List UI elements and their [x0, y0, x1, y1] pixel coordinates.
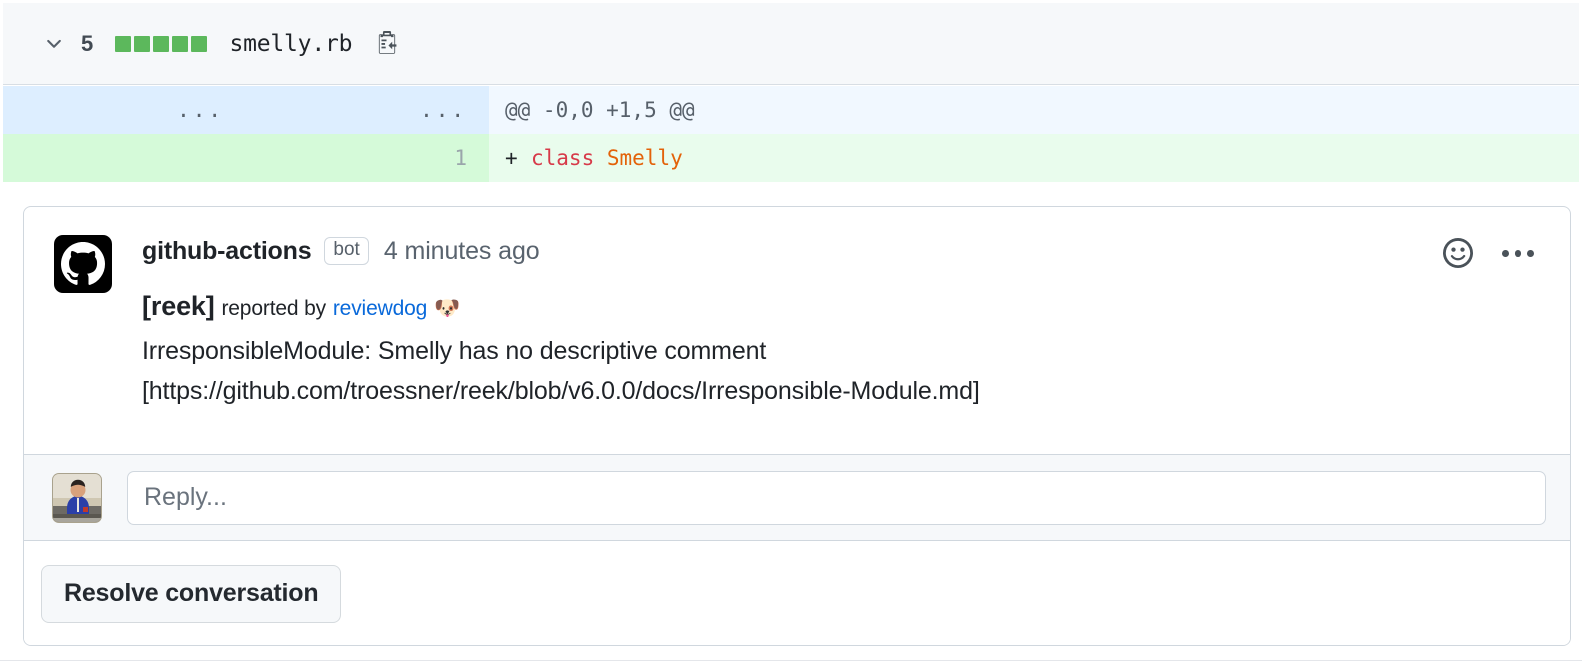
review-comment-thread: github-actions bot 4 minutes ago [reek] … [23, 206, 1571, 646]
kebab-dot [1514, 249, 1522, 257]
comment-body-doc-url: [https://github.com/troessner/reek/blob/… [142, 377, 980, 406]
file-header: 5 smelly.rb [3, 3, 1579, 85]
bot-badge: bot [324, 236, 369, 266]
file-name[interactable]: smelly.rb [229, 31, 352, 57]
review-comment: github-actions bot 4 minutes ago [reek] … [24, 207, 1570, 455]
resolve-conversation-button[interactable]: Resolve conversation [41, 564, 342, 623]
diffstat-block [134, 35, 151, 52]
diff-table: ... ... @@ -0,0 +1,5 @@ 1 + class Smelly [3, 86, 1579, 182]
reviewdog-link[interactable]: reviewdog [333, 297, 428, 320]
code-keyword: class [531, 146, 595, 170]
gutter-new-line[interactable]: ... [246, 86, 489, 134]
dog-emoji: 🐶 [434, 297, 460, 320]
kebab-dot [1502, 249, 1509, 257]
comment-header: github-actions bot 4 minutes ago [142, 233, 1540, 269]
gutter-old-line-empty[interactable] [3, 134, 246, 182]
reply-row [24, 455, 1570, 541]
comment-body: [reek] reported by reviewdog 🐶 Irrespons… [142, 285, 1540, 412]
gutter-new-line[interactable]: 1 [246, 134, 489, 182]
github-logo-avatar[interactable] [54, 235, 112, 293]
copy-path-clipboard-icon[interactable] [372, 29, 402, 59]
comment-body-line-tool: [reek] reported by reviewdog 🐶 [142, 285, 1540, 329]
diffstat-block [115, 35, 132, 52]
user-avatar[interactable] [52, 472, 102, 523]
comment-body-message: IrresponsibleModule: Smelly has no descr… [142, 336, 767, 365]
reported-by-label: reported by [221, 297, 327, 320]
added-marker: + [505, 146, 518, 170]
kebab-menu-icon[interactable] [1502, 237, 1535, 269]
diffstat-block [153, 35, 170, 52]
comment-timestamp[interactable]: 4 minutes ago [384, 237, 540, 266]
diff-row-added: 1 + class Smelly [3, 134, 1579, 182]
comment-author[interactable]: github-actions [142, 237, 312, 266]
diffstat-block [191, 35, 208, 52]
diff-bottom-edge [3, 182, 1579, 186]
pull-request-diff-view: 5 smelly.rb ... ... @@ -0,0 +1,5 @@ 1 + … [0, 0, 1582, 670]
reek-tool-tag: [reek] [142, 291, 215, 321]
page-bottom-edge [0, 660, 1582, 670]
gutter-old-line[interactable]: ... [3, 86, 246, 134]
diffstat-block [172, 35, 189, 52]
chevron-down-icon[interactable] [41, 31, 67, 57]
diff-code-line: + class Smelly [489, 134, 1579, 182]
changed-lines-count: 5 [81, 30, 94, 56]
code-class-name: Smelly [606, 146, 683, 170]
diffstat-blocks [115, 35, 208, 52]
kebab-dot [1527, 249, 1535, 257]
resolve-row: Resolve conversation [24, 541, 1570, 645]
hunk-header-text: @@ -0,0 +1,5 @@ [489, 86, 1579, 134]
smiley-face-icon[interactable] [1442, 237, 1474, 269]
reply-input[interactable] [127, 470, 1546, 525]
comment-actions [1442, 237, 1535, 269]
diff-row-hunk-header: ... ... @@ -0,0 +1,5 @@ [3, 86, 1579, 134]
